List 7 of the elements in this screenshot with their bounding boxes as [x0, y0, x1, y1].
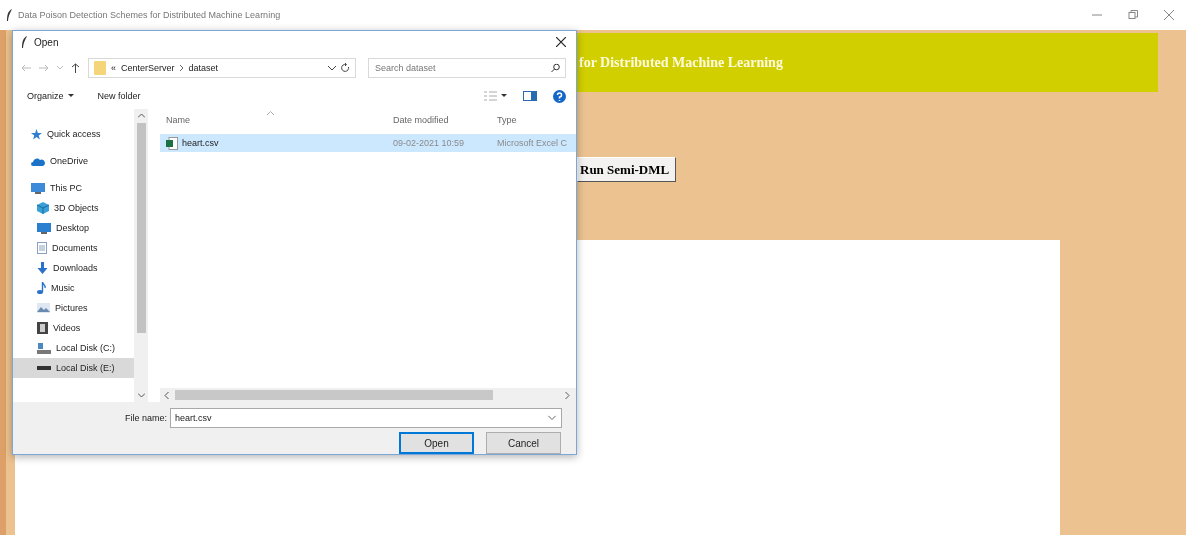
file-date: 09-02-2021 10:59	[392, 138, 466, 148]
app-heading: for Distributed Machine Learning	[579, 54, 783, 71]
file-type: Microsoft Excel C	[496, 138, 568, 148]
file-name: heart.csv	[182, 138, 219, 148]
dialog-title: Open	[34, 36, 59, 48]
window-title: Data Poison Detection Schemes for Distributed Machine Learning	[18, 10, 281, 20]
file-name-label: File name:	[125, 413, 168, 423]
